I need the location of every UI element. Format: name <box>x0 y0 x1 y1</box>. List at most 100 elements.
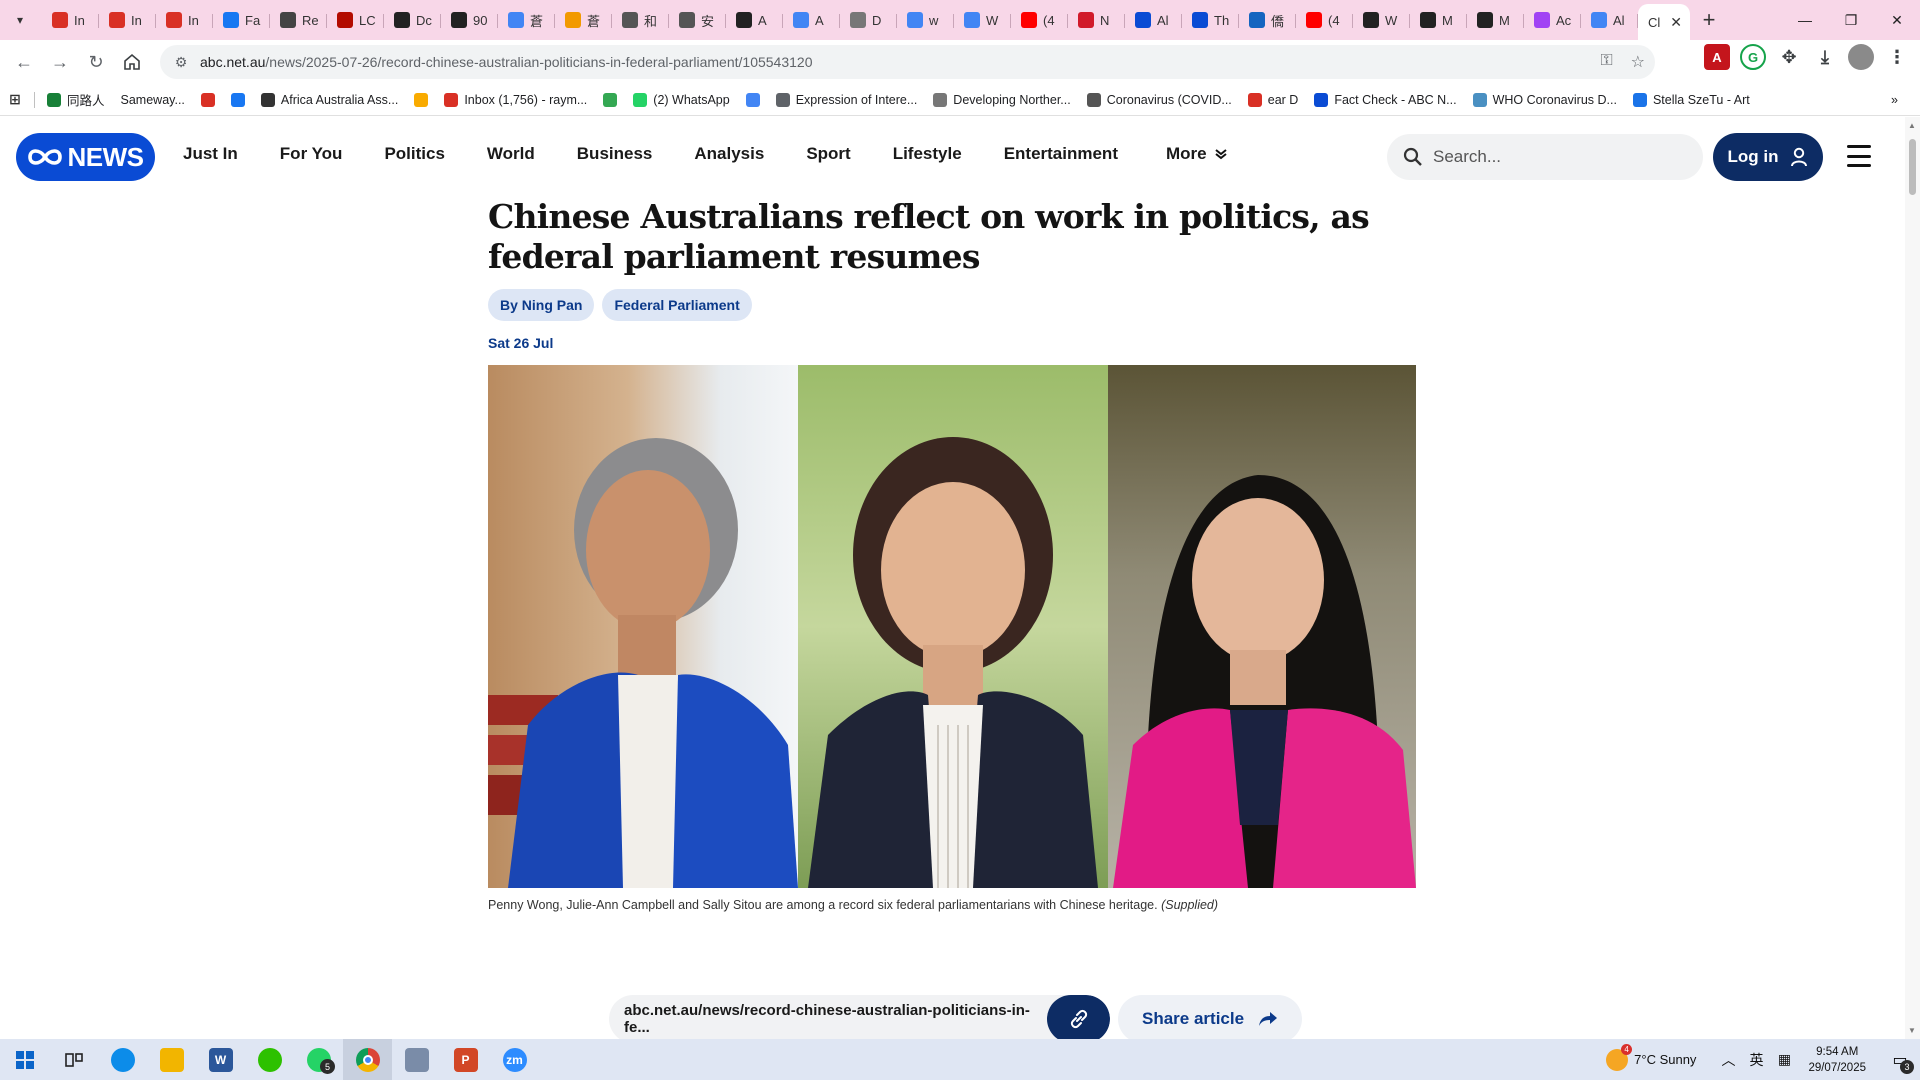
browser-tab[interactable]: (4 <box>1011 4 1068 36</box>
login-button[interactable]: Log in <box>1713 133 1823 181</box>
nav-just-in[interactable]: Just In <box>162 144 259 164</box>
site-info-icon[interactable]: ⚙ <box>166 54 196 71</box>
download-icon[interactable]: ⤓ <box>1812 44 1838 70</box>
weather-widget[interactable]: 4 7°C Sunny <box>1606 1043 1696 1071</box>
nav-entertainment[interactable]: Entertainment <box>983 144 1139 164</box>
puzzle-extensions-icon[interactable]: ✥ <box>1776 44 1802 70</box>
notification-center-icon[interactable]: ▭ 3 <box>1880 1039 1920 1080</box>
nav-sport[interactable]: Sport <box>785 144 871 164</box>
topic-tag[interactable]: Federal Parliament <box>602 289 752 321</box>
copy-link-button[interactable] <box>1047 995 1110 1039</box>
bookmark-item[interactable] <box>223 92 253 107</box>
bookmark-item[interactable]: WHO Coronavirus D... <box>1465 92 1625 107</box>
browser-tab[interactable]: (4 <box>1296 4 1353 36</box>
browser-tab[interactable]: In <box>99 4 156 36</box>
browser-tab-active[interactable]: Cl ✕ <box>1638 4 1690 40</box>
taskbar-chrome[interactable] <box>343 1039 392 1080</box>
bookmark-item[interactable]: Stella SzeTu - Art <box>1625 92 1758 107</box>
browser-tab[interactable]: M <box>1410 4 1467 36</box>
hamburger-menu-icon[interactable] <box>1847 145 1871 167</box>
new-tab-button[interactable]: + <box>1694 5 1724 35</box>
nav-politics[interactable]: Politics <box>363 144 465 164</box>
taskbar-clock[interactable]: 9:54 AM 29/07/2025 <box>1808 1044 1866 1076</box>
bookmark-item[interactable] <box>406 92 436 107</box>
bookmark-item[interactable]: Sameway... <box>113 93 193 107</box>
browser-tab[interactable]: 和 <box>612 4 669 36</box>
home-button[interactable] <box>114 44 150 80</box>
abc-news-logo[interactable]: NEWS <box>16 133 155 181</box>
password-key-icon[interactable]: ⚿ <box>1600 52 1612 72</box>
bookmark-item[interactable] <box>738 92 768 107</box>
taskbar-whatsapp[interactable]: 5 <box>294 1039 343 1080</box>
browser-tab[interactable]: A <box>726 4 783 36</box>
nav-business[interactable]: Business <box>556 144 674 164</box>
bookmark-star-icon[interactable]: ☆ <box>1631 52 1645 72</box>
taskbar-start[interactable] <box>0 1039 49 1080</box>
browser-tab[interactable]: In <box>156 4 213 36</box>
close-tab-icon[interactable]: ✕ <box>1670 14 1682 31</box>
bookmark-item[interactable]: Inbox (1,756) - raym... <box>436 92 595 107</box>
browser-tab[interactable]: 蒼 <box>555 4 612 36</box>
browser-tab[interactable]: In <box>42 4 99 36</box>
restore-button[interactable]: ❐ <box>1828 0 1874 40</box>
bookmark-item[interactable]: ⊞ <box>0 91 30 107</box>
share-url-box[interactable]: abc.net.au/news/record-chinese-australia… <box>609 995 1110 1039</box>
browser-tab[interactable]: LC <box>327 4 384 36</box>
browser-tab[interactable]: Ac <box>1524 4 1581 36</box>
bookmarks-overflow-icon[interactable]: » <box>1883 93 1906 107</box>
site-search[interactable] <box>1387 134 1703 180</box>
bookmark-item[interactable]: Africa Australia Ass... <box>253 92 406 107</box>
bookmark-item[interactable]: ear D <box>1240 92 1307 107</box>
scroll-down-icon[interactable]: ▼ <box>1908 1026 1916 1035</box>
page-scrollbar[interactable]: ▲ ▼ <box>1905 117 1920 1039</box>
taskbar-edge[interactable] <box>98 1039 147 1080</box>
browser-tab[interactable]: 安 <box>669 4 726 36</box>
search-input[interactable] <box>1433 147 1673 167</box>
nav-more[interactable]: More <box>1145 144 1248 164</box>
ime-indicator[interactable]: 英 <box>1742 1050 1770 1070</box>
byline-tag[interactable]: By Ning Pan <box>488 289 595 321</box>
minimize-button[interactable]: — <box>1782 0 1828 40</box>
bookmark-item[interactable] <box>193 92 223 107</box>
forward-button[interactable]: → <box>42 44 78 80</box>
bookmark-item[interactable]: Fact Check - ABC N... <box>1306 92 1464 107</box>
scroll-thumb[interactable] <box>1909 139 1916 195</box>
taskbar-snipping[interactable] <box>392 1039 441 1080</box>
taskbar-powerpoint[interactable]: P <box>441 1039 490 1080</box>
browser-tab[interactable]: 僑 <box>1239 4 1296 36</box>
nav-world[interactable]: World <box>466 144 556 164</box>
scroll-up-icon[interactable]: ▲ <box>1908 121 1916 130</box>
browser-tab[interactable]: Dc <box>384 4 441 36</box>
nav-analysis[interactable]: Analysis <box>673 144 785 164</box>
chevron-up-icon[interactable]: ︿ <box>1714 1050 1742 1070</box>
keyboard-icon[interactable]: ▦ <box>1770 1051 1798 1068</box>
browser-tab[interactable]: Th <box>1182 4 1239 36</box>
profile-avatar[interactable] <box>1848 44 1874 70</box>
browser-tab[interactable]: Al <box>1581 4 1638 36</box>
bookmark-item[interactable]: (2) WhatsApp <box>625 92 737 107</box>
taskbar-wechat[interactable] <box>245 1039 294 1080</box>
close-window-button[interactable]: ✕ <box>1874 0 1920 40</box>
browser-tab[interactable]: 90 <box>441 4 498 36</box>
browser-tab[interactable]: M <box>1467 4 1524 36</box>
browser-tab[interactable]: Fa <box>213 4 270 36</box>
bookmark-item[interactable]: Developing Norther... <box>925 92 1078 107</box>
tab-search-button[interactable]: ▾ <box>6 6 34 34</box>
share-article-button[interactable]: Share article <box>1118 995 1303 1039</box>
bookmark-item[interactable]: 同路人 <box>39 90 113 109</box>
browser-tab[interactable]: Al <box>1125 4 1182 36</box>
grammarly-icon[interactable]: G <box>1740 44 1766 70</box>
browser-tab[interactable]: W <box>954 4 1011 36</box>
bookmark-item[interactable] <box>595 92 625 107</box>
nav-lifestyle[interactable]: Lifestyle <box>872 144 983 164</box>
url-text[interactable]: abc.net.au/news/2025-07-26/record-chines… <box>200 54 812 70</box>
taskbar-file-explorer[interactable] <box>147 1039 196 1080</box>
browser-tab[interactable]: Re <box>270 4 327 36</box>
reload-button[interactable]: ↻ <box>78 44 114 80</box>
browser-tab[interactable]: w <box>897 4 954 36</box>
taskbar-word[interactable]: W <box>196 1039 245 1080</box>
browser-tab[interactable]: A <box>783 4 840 36</box>
taskbar-task-view[interactable] <box>49 1039 98 1080</box>
browser-tab[interactable]: 蒼 <box>498 4 555 36</box>
acrobat-extension-icon[interactable]: A <box>1704 44 1730 70</box>
